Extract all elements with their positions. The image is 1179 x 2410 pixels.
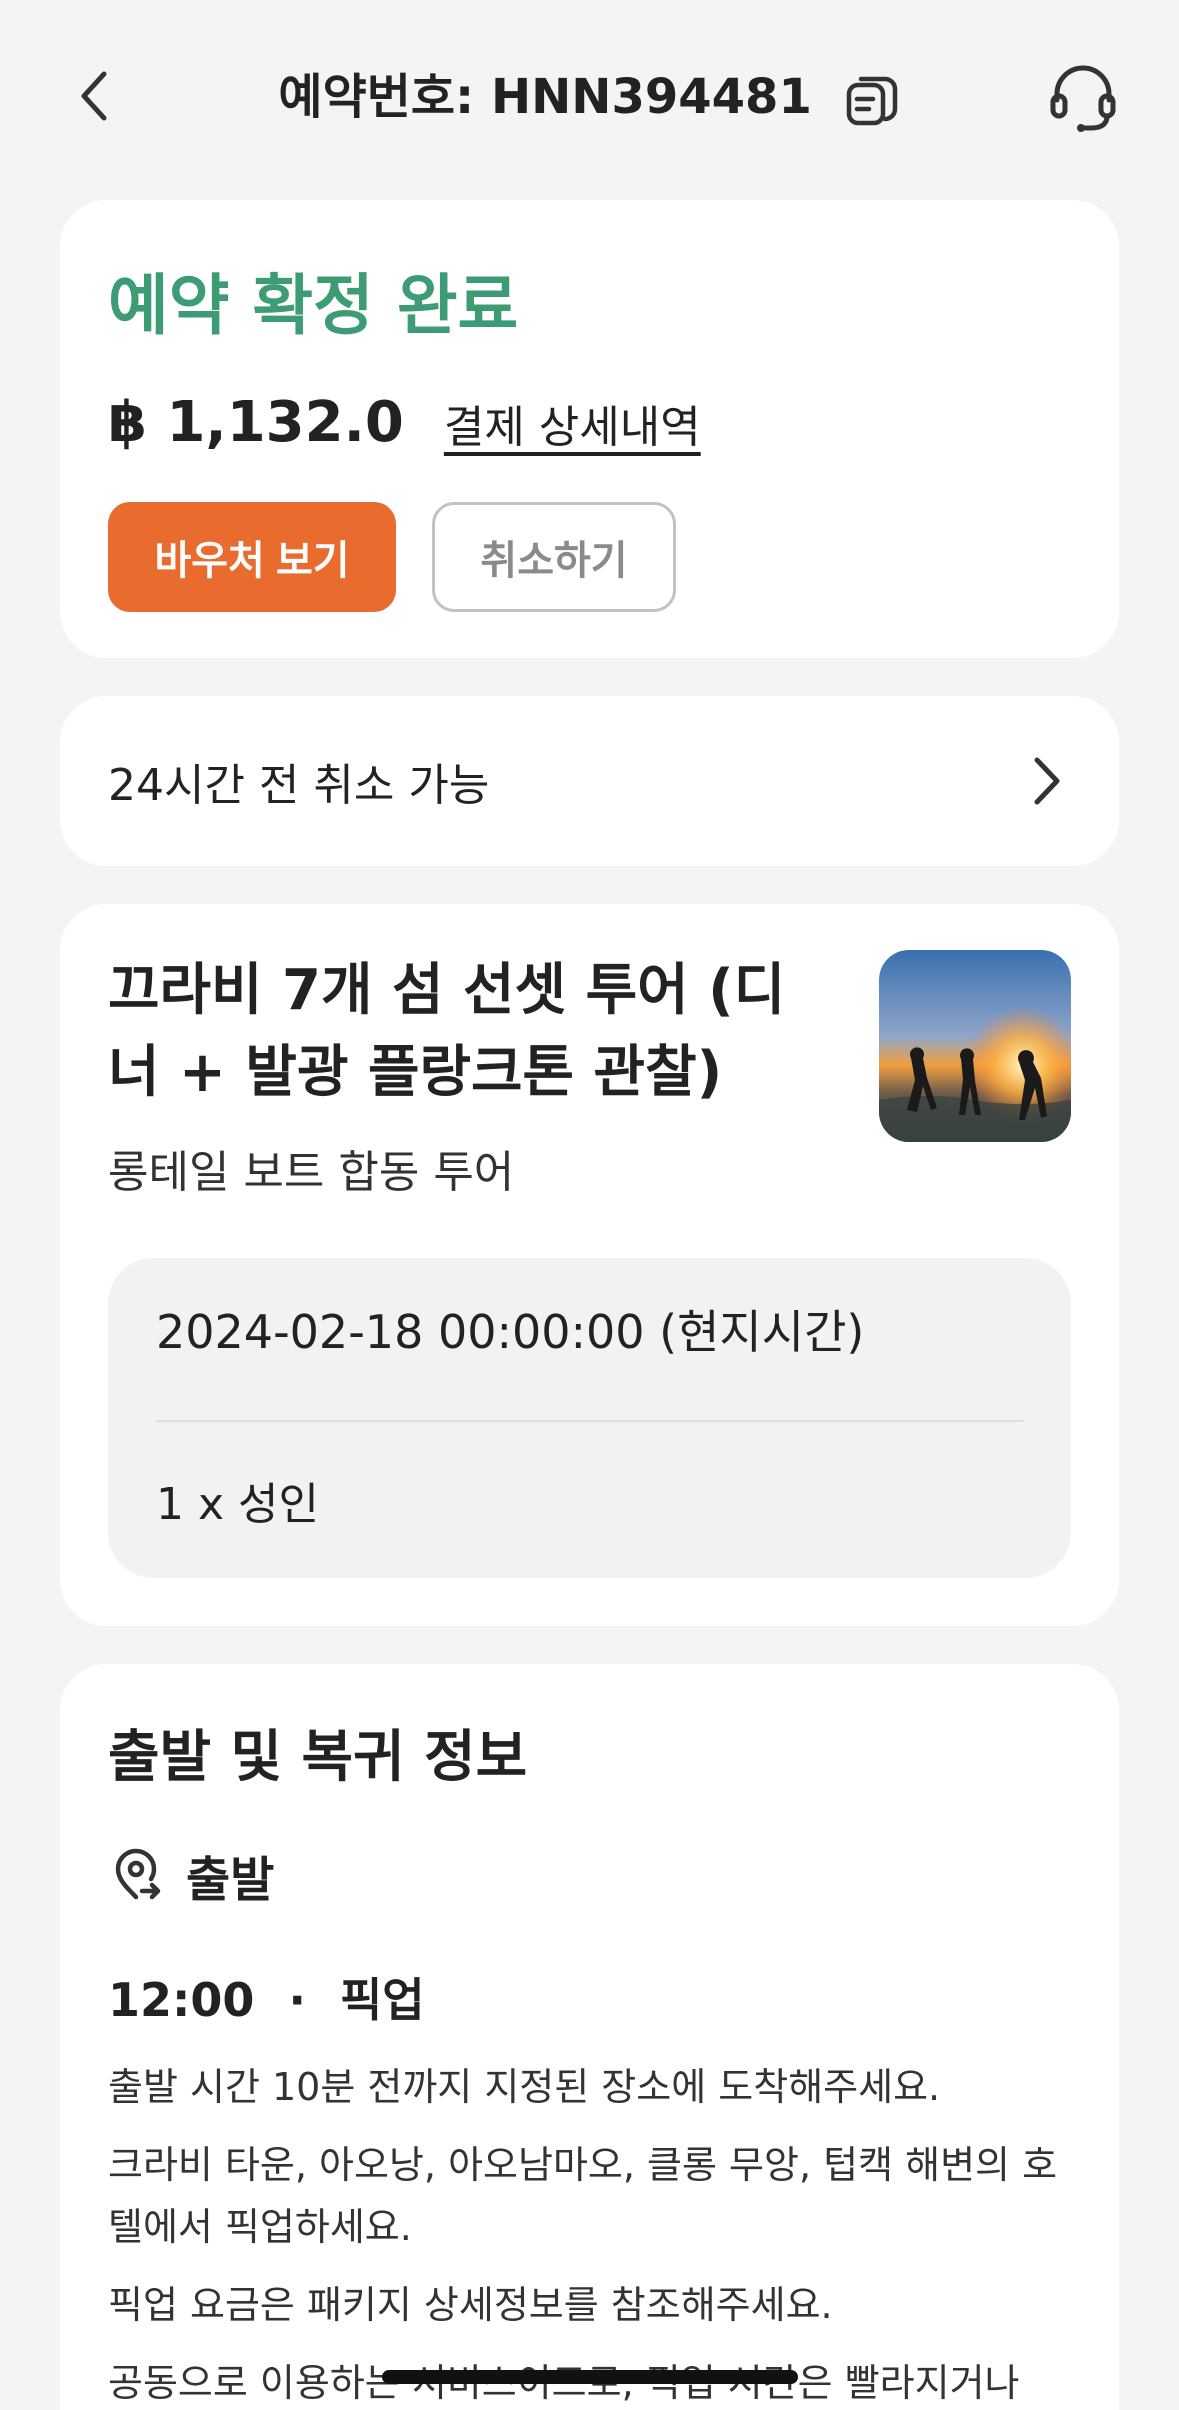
departure-time: 12:00 — [108, 1973, 255, 2027]
section-title: 출발 및 복귀 정보 — [108, 1725, 528, 1790]
departure-label: 출발 — [186, 1852, 275, 1908]
copy-icon[interactable] — [843, 71, 901, 129]
tour-datetime: 2024-02-18 00:00:00 (현지시간) — [156, 1305, 865, 1359]
separator-dot: · — [288, 1973, 306, 2027]
departure-type: 픽업 — [339, 1973, 425, 2027]
booking-number-text: 예약번호: HNN394481 — [278, 69, 812, 125]
view-voucher-button[interactable]: 바우처 보기 — [108, 502, 396, 612]
tour-schedule-box: 2024-02-18 00:00:00 (현지시간) 1 x 성인 — [108, 1258, 1071, 1578]
tour-subtitle: 롱테일 보트 합동 투어 — [108, 1147, 515, 1198]
top-bar: 예약번호: HNN394481 — [0, 0, 1179, 190]
departure-time-row: 12:00 · 픽업 — [108, 1964, 425, 2030]
payment-detail-link[interactable]: 결제 상세내역 — [444, 391, 701, 455]
divider — [156, 1420, 1023, 1422]
participant-count: 1 x 성인 — [156, 1479, 319, 1530]
location-pin-icon — [115, 1848, 161, 1900]
customer-support-button[interactable] — [1047, 60, 1119, 134]
tour-title: 끄라비 7개 섬 선셋 투어 (디너 + 발광 플랑크톤 관찰) — [108, 958, 786, 1105]
total-price: ฿ 1,132.0 — [108, 390, 404, 455]
info-line: 크라비 타운, 아오낭, 아오남마오, 클롱 무앙, 텁캑 해변의 호텔에서 픽… — [108, 2143, 1058, 2249]
departure-return-card: 출발 및 복귀 정보 출발 12:00 · 픽업 출발 시간 10분 전까지 지… — [60, 1664, 1119, 2410]
price-row: ฿ 1,132.0 결제 상세내역 — [108, 390, 701, 455]
booking-status-title: 예약 확정 완료 — [108, 267, 519, 344]
booking-status-card: 예약 확정 완료 ฿ 1,132.0 결제 상세내역 바우처 보기 취소하기 — [60, 200, 1119, 658]
info-line: 출발 시간 10분 전까지 지정된 장소에 도착해주세요. — [108, 2065, 941, 2109]
home-indicator[interactable] — [382, 2370, 798, 2384]
headset-icon — [1050, 65, 1116, 132]
tour-thumbnail-image[interactable] — [879, 950, 1071, 1142]
chevron-right-icon — [1034, 757, 1060, 805]
tour-detail-card: 끄라비 7개 섬 선셋 투어 (디너 + 발광 플랑크톤 관찰) 롱테일 보트 … — [60, 904, 1119, 1626]
departure-header: 출발 — [108, 1840, 274, 1910]
cancel-booking-button[interactable]: 취소하기 — [432, 502, 676, 612]
info-line: 픽업 요금은 패키지 상세정보를 참조해주세요. — [108, 2283, 833, 2327]
cancellation-policy-label: 24시간 전 취소 가능 — [108, 760, 490, 811]
departure-info-list: 출발 시간 10분 전까지 지정된 장소에 도착해주세요. 크라비 타운, 아오… — [108, 2056, 1088, 2410]
action-buttons: 바우처 보기 취소하기 — [108, 502, 676, 612]
booking-number-title: 예약번호: HNN394481 — [0, 62, 1179, 132]
cancellation-policy-row[interactable]: 24시간 전 취소 가능 — [60, 696, 1119, 866]
